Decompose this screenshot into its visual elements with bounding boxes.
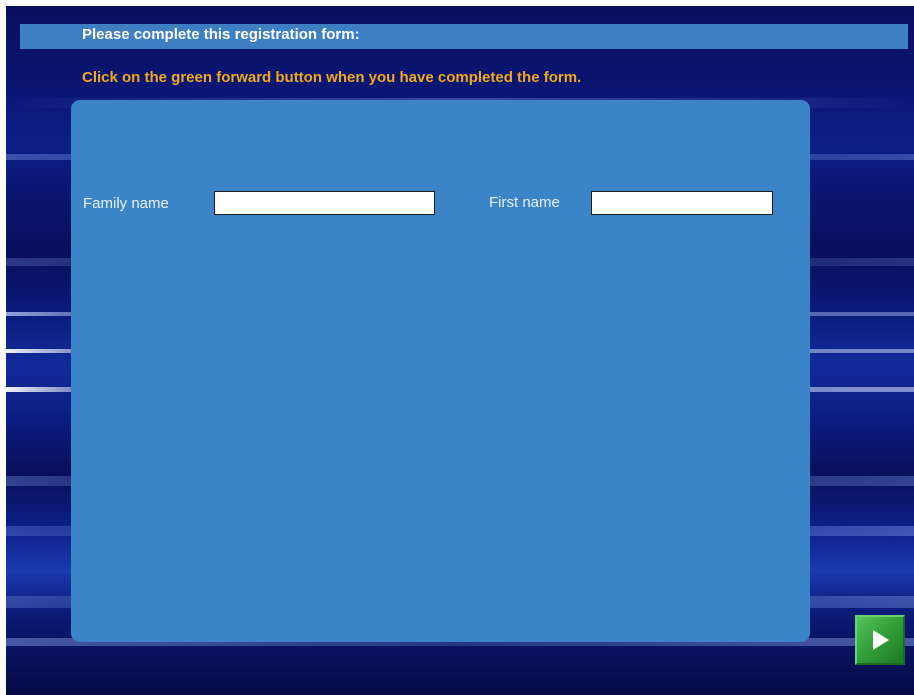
family-name-label: Family name <box>83 195 169 212</box>
first-name-field[interactable] <box>591 191 773 215</box>
play-arrow-icon <box>873 630 889 650</box>
registration-form-panel: Family name First name <box>71 100 810 642</box>
slide-background: Please complete this registration form: … <box>6 6 914 695</box>
forward-button[interactable] <box>855 615 905 665</box>
instruction-text: Click on the green forward button when y… <box>82 69 582 86</box>
family-name-field[interactable] <box>214 191 435 215</box>
first-name-label: First name <box>489 194 560 211</box>
page-title: Please complete this registration form: <box>82 26 360 43</box>
